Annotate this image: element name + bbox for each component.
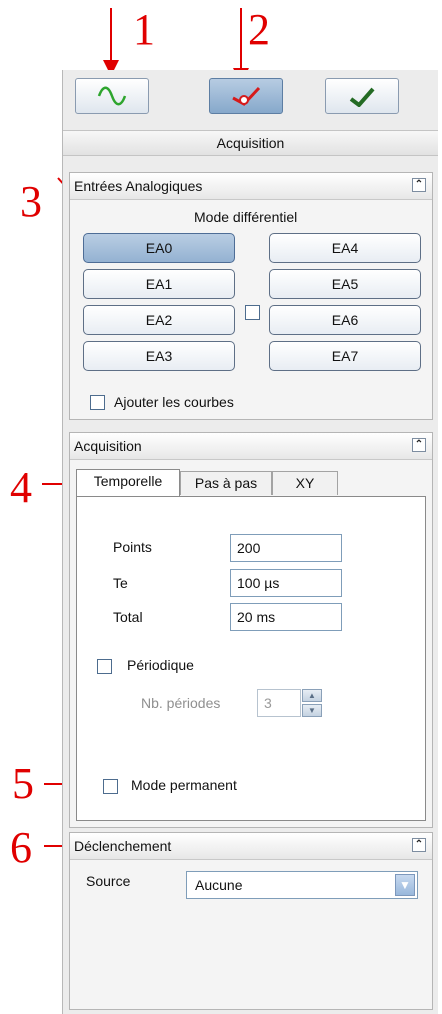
- permanent-mode-checkbox[interactable]: [103, 779, 118, 794]
- te-input[interactable]: 100 µs: [230, 569, 342, 597]
- trigger-header[interactable]: Déclenchement ⌃: [70, 833, 432, 860]
- channel-ea5-button[interactable]: EA5: [269, 269, 421, 299]
- add-curves-checkbox[interactable]: [90, 395, 105, 410]
- tab-pas-a-pas[interactable]: Pas à pas: [180, 471, 272, 495]
- collapse-icon[interactable]: ⌃: [412, 438, 426, 452]
- validate-button[interactable]: [325, 78, 399, 114]
- periods-label: Nb. périodes: [141, 695, 221, 711]
- channel-ea0-button[interactable]: EA0: [83, 233, 235, 263]
- side-panel: Acquisition Entrées Analogiques ⌃ Mode d…: [62, 70, 438, 1014]
- source-select[interactable]: Aucune ▼: [186, 871, 418, 899]
- acquisition-title: Acquisition: [74, 438, 142, 454]
- channel-ea4-button[interactable]: EA4: [269, 233, 421, 263]
- spin-down-icon[interactable]: ▼: [302, 704, 322, 717]
- sine-wave-icon: [97, 86, 127, 106]
- add-curves-label: Ajouter les courbes: [114, 394, 234, 410]
- checkmark-icon: [349, 87, 375, 107]
- acquisition-header[interactable]: Acquisition ⌃: [70, 433, 432, 460]
- permanent-mode-label: Mode permanent: [131, 777, 237, 793]
- periodic-checkbox[interactable]: [97, 659, 112, 674]
- analog-inputs-section: Entrées Analogiques ⌃ Mode différentiel …: [69, 172, 433, 420]
- trigger-title: Déclenchement: [74, 838, 172, 854]
- points-label: Points: [113, 539, 152, 555]
- annotation-5: 5: [12, 759, 34, 808]
- annotation-4: 4: [10, 463, 32, 512]
- analog-inputs-title: Entrées Analogiques: [74, 178, 203, 194]
- temporelle-tab-panel: Points 200 Te 100 µs Total 20 ms Périodi…: [76, 496, 426, 821]
- channel-ea1-button[interactable]: EA1: [83, 269, 235, 299]
- channel-ea2-button[interactable]: EA2: [83, 305, 235, 335]
- annotation-1: 1: [133, 5, 155, 54]
- periodic-label: Périodique: [127, 657, 194, 673]
- source-label: Source: [86, 873, 131, 889]
- differential-mode-checkbox[interactable]: [245, 305, 260, 320]
- total-label: Total: [113, 609, 143, 625]
- points-input[interactable]: 200: [230, 534, 342, 562]
- chevron-down-icon[interactable]: ▼: [395, 874, 415, 896]
- trigger-section: Déclenchement ⌃ Source Aucune ▼: [69, 832, 433, 1010]
- te-label: Te: [113, 575, 128, 591]
- differential-mode-label: Mode différentiel: [194, 209, 298, 225]
- tab-xy[interactable]: XY: [272, 471, 338, 495]
- channel-ea7-button[interactable]: EA7: [269, 341, 421, 371]
- periods-spinner[interactable]: ▲ ▼: [302, 689, 322, 717]
- spin-up-icon[interactable]: ▲: [302, 689, 322, 702]
- collapse-icon[interactable]: ⌃: [412, 178, 426, 192]
- periods-input[interactable]: 3: [257, 689, 301, 717]
- acquisition-section: Acquisition ⌃ Temporelle Pas à pas XY Po…: [69, 432, 433, 828]
- collapse-icon[interactable]: ⌃: [412, 838, 426, 852]
- source-select-value: Aucune: [195, 877, 243, 893]
- annotation-2: 2: [248, 5, 270, 54]
- total-input[interactable]: 20 ms: [230, 603, 342, 631]
- signal-view-button[interactable]: [75, 78, 149, 114]
- channel-ea6-button[interactable]: EA6: [269, 305, 421, 335]
- acquisition-settings-button[interactable]: [209, 78, 283, 114]
- channel-ea3-button[interactable]: EA3: [83, 341, 235, 371]
- instrument-probe-icon: [232, 86, 261, 106]
- tab-temporelle[interactable]: Temporelle: [76, 469, 180, 496]
- annotation-3: 3: [20, 177, 42, 226]
- annotation-6: 6: [10, 823, 32, 872]
- analog-inputs-header[interactable]: Entrées Analogiques ⌃: [70, 173, 432, 200]
- panel-title: Acquisition: [63, 130, 438, 156]
